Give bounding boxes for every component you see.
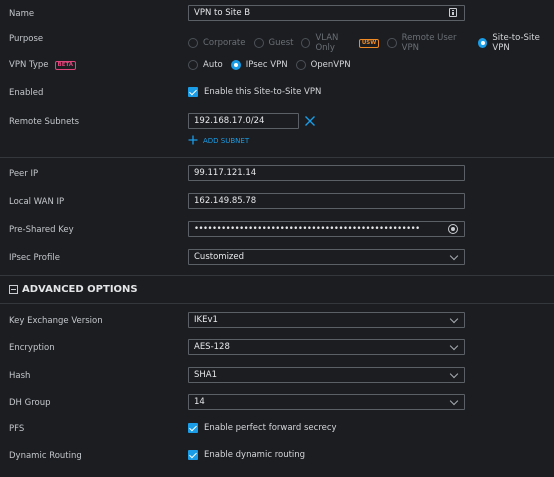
enable-vpn-checkbox[interactable]: Enable this Site-to-Site VPN [188,87,321,97]
purpose-label: Purpose [9,34,44,44]
remote-subnet-input[interactable]: 192.168.17.0/24 [188,113,299,129]
plus-icon [188,135,198,147]
radio-selected-icon [230,60,241,70]
vpn-type-option-openvpn[interactable]: OpenVPN [295,60,351,70]
dynamic-routing-text: Enable dynamic routing [204,450,306,460]
advanced-options-toggle[interactable]: ADVANCED OPTIONS [9,284,138,295]
chevron-down-icon [449,369,459,379]
purpose-option-corporate[interactable]: Corporate [188,38,246,48]
purpose-option-remote-user-vpn[interactable]: Remote User VPN [387,33,470,53]
collapse-icon [9,285,18,294]
pfs-checkbox[interactable]: Enable perfect forward secrecy [188,423,337,433]
dh-group-label: DH Group [9,398,51,408]
remove-subnet-icon[interactable] [304,115,316,127]
usw-badge: USW [358,38,380,48]
purpose-radio-group: Corporate Guest VLAN Only USW Remote User… [188,33,554,53]
vpn-type-option-auto[interactable]: Auto [188,60,223,70]
chevron-down-icon [449,251,459,261]
purpose-option-vlan-only[interactable]: VLAN Only USW [301,33,380,53]
key-exchange-label: Key Exchange Version [9,316,103,326]
ipsec-profile-select[interactable]: Customized [188,249,465,265]
encryption-select[interactable]: AES-128 [188,339,465,355]
vpn-type-option-ipsec[interactable]: IPsec VPN [230,60,288,70]
remote-subnets-label: Remote Subnets [9,117,80,127]
dynamic-routing-label: Dynamic Routing [9,451,82,461]
vpn-type-label: VPN Type BETA [9,60,77,70]
chevron-down-icon [449,396,459,406]
enable-vpn-text: Enable this Site-to-Site VPN [204,87,322,97]
ipsec-profile-label: IPsec Profile [9,253,60,263]
radio-selected-icon [478,38,488,48]
chevron-down-icon [449,314,459,324]
advanced-options-title: ADVANCED OPTIONS [22,284,138,295]
checkbox-checked-icon [188,87,198,97]
radio-icon [295,60,306,70]
field-info-icon[interactable] [449,8,457,17]
purpose-option-site-to-site-vpn[interactable]: Site-to-Site VPN [478,33,554,53]
name-value: VPN to Site B [194,8,251,18]
hash-label: Hash [9,371,31,381]
divider [0,157,554,158]
radio-icon [188,60,198,70]
radio-icon [301,38,311,48]
psk-label: Pre-Shared Key [9,225,74,235]
pfs-text: Enable perfect forward secrecy [204,423,337,433]
divider [0,303,554,304]
purpose-option-guest[interactable]: Guest [253,38,293,48]
radio-icon [387,38,397,48]
psk-value: ••••••••••••••••••••••••••••••••••••••••… [194,224,420,234]
peer-ip-label: Peer IP [9,169,39,179]
radio-icon [188,38,198,48]
checkbox-checked-icon [188,450,198,460]
hash-select[interactable]: SHA1 [188,367,465,383]
local-wan-ip-input[interactable]: 162.149.85.78 [188,193,465,209]
vpn-type-radio-group: Auto IPsec VPN OpenVPN [188,60,359,70]
beta-badge: BETA [54,60,77,70]
local-wan-ip-label: Local WAN IP [9,197,65,207]
add-subnet-button[interactable]: ADD SUBNET [188,135,249,147]
radio-icon [253,38,264,48]
peer-ip-input[interactable]: 99.117.121.14 [188,165,465,181]
show-password-icon[interactable] [448,224,458,234]
divider [0,275,554,276]
dynamic-routing-checkbox[interactable]: Enable dynamic routing [188,450,305,460]
dh-group-select[interactable]: 14 [188,394,465,410]
name-input[interactable]: VPN to Site B [188,5,465,21]
enabled-label: Enabled [9,88,44,98]
name-label: Name [9,9,35,19]
checkbox-checked-icon [188,423,198,433]
encryption-label: Encryption [9,343,55,353]
psk-input[interactable]: ••••••••••••••••••••••••••••••••••••••••… [188,221,465,237]
key-exchange-select[interactable]: IKEv1 [188,312,465,328]
chevron-down-icon [449,341,459,351]
pfs-label: PFS [9,424,25,434]
